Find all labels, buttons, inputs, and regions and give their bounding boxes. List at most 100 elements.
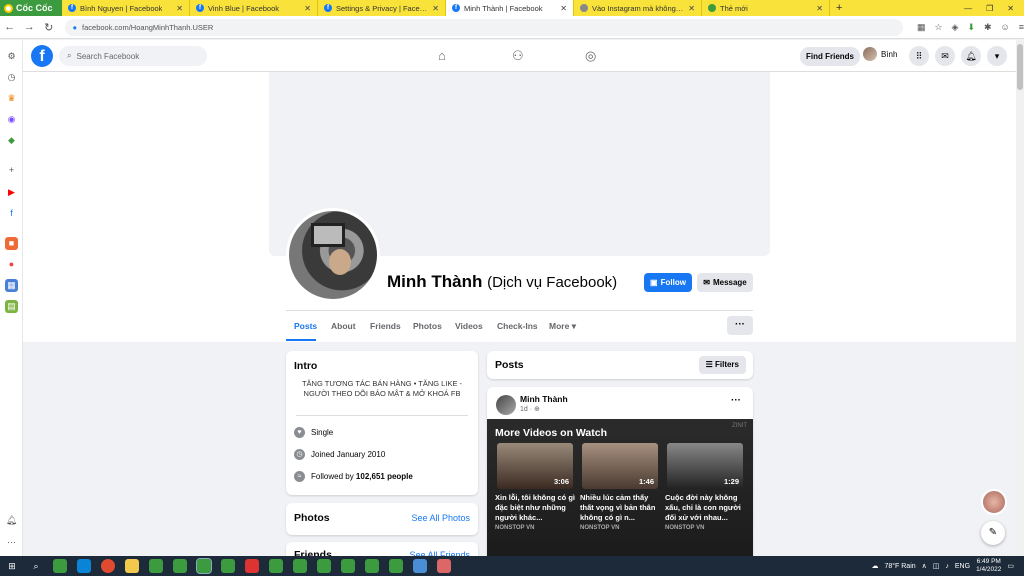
reload-icon[interactable]: ↻ [39, 21, 59, 34]
coccoc-icon[interactable] [317, 559, 331, 573]
post-author[interactable]: Minh Thành [520, 394, 568, 404]
new-tab-button[interactable]: + [830, 2, 848, 14]
download-icon[interactable]: ⬇ [967, 22, 975, 33]
volume-icon[interactable]: ♪ [945, 563, 949, 570]
filters-button[interactable]: ☰ Filters [698, 356, 746, 374]
post-time[interactable]: 1d · ⊕ [520, 405, 540, 413]
profile-icon[interactable]: ☺ [1001, 22, 1010, 33]
coccoc-icon[interactable] [365, 559, 379, 573]
coccoc-icon[interactable] [269, 559, 283, 573]
video-title[interactable]: Xin lỗi, tôi không có gì đặc biệt như nh… [495, 493, 577, 523]
tab-about[interactable]: About [331, 321, 356, 331]
follow-button[interactable]: ▣ Follow [644, 273, 692, 292]
windows-start-icon[interactable]: ⊞ [5, 559, 19, 573]
friends-icon[interactable]: ⚇ [512, 48, 524, 64]
game-icon[interactable]: ◆ [5, 134, 18, 147]
video-thumbnail[interactable]: 1:46 [582, 443, 658, 489]
coccoc-logo[interactable]: Cốc Cốc [0, 0, 62, 16]
coccoc-icon[interactable] [173, 559, 187, 573]
post-options-button[interactable]: ··· [731, 395, 741, 406]
bookmark-star-icon[interactable]: ☆ [934, 22, 942, 33]
more-options-button[interactable]: ··· [727, 316, 753, 335]
app-icon[interactable]: ▤ [5, 300, 18, 313]
coccoc-icon[interactable] [196, 558, 212, 574]
post-author-avatar[interactable] [496, 395, 516, 415]
video-title[interactable]: Nhiều lúc cảm thấy thất vọng vì bản thân… [580, 493, 662, 523]
profile-picture[interactable] [286, 208, 380, 302]
tab-friends[interactable]: Friends [370, 321, 401, 331]
tab-check-ins[interactable]: Check-Ins [497, 321, 538, 331]
youtube-icon[interactable]: ▶ [5, 186, 18, 199]
video-title[interactable]: Cuộc đời này không xấu, chỉ là con người… [665, 493, 747, 523]
file-explorer-icon[interactable] [125, 559, 139, 573]
messenger-icon[interactable]: ✉ [935, 46, 955, 66]
video-source[interactable]: NONSTOP VN [495, 525, 534, 531]
coccoc-icon[interactable] [389, 559, 403, 573]
browser-tab[interactable]: f Bình Nguyen | Facebook ✕ [62, 0, 190, 16]
network-icon[interactable]: ◫ [933, 562, 940, 570]
add-icon[interactable]: + [5, 164, 18, 177]
tab-more[interactable]: More ▾ [549, 321, 576, 332]
history-icon[interactable]: ◷ [5, 71, 18, 84]
coccoc-icon[interactable] [341, 559, 355, 573]
see-all-photos-link[interactable]: See All Photos [411, 513, 470, 523]
url-field[interactable]: ● facebook.com/HoangMinhThanh.USER [64, 18, 903, 36]
browser-tab[interactable]: Thẻ mới ✕ [702, 0, 830, 16]
video-thumbnail[interactable]: 3:06 [497, 443, 573, 489]
browser-tab[interactable]: Vào Instagram mà không cần...✕ [574, 0, 702, 16]
shield-icon[interactable]: ◈ [952, 22, 959, 33]
app-icon[interactable] [245, 559, 259, 573]
home-icon[interactable]: ⌂ [438, 48, 446, 63]
app-icon[interactable]: ■ [5, 237, 18, 250]
close-tab-icon[interactable]: ✕ [560, 4, 567, 13]
groups-icon[interactable]: ◎ [585, 48, 596, 64]
close-tab-icon[interactable]: ✕ [304, 4, 311, 13]
video-thumbnail[interactable]: 1:29 [667, 443, 743, 489]
new-message-icon[interactable]: ✎ [981, 521, 1005, 545]
coccoc-icon[interactable] [221, 559, 235, 573]
video-source[interactable]: NONSTOP VN [580, 525, 619, 531]
account-dropdown-icon[interactable]: ▾ [987, 46, 1007, 66]
close-tab-icon[interactable]: ✕ [688, 4, 695, 13]
page-scrollbar[interactable] [1016, 40, 1024, 556]
chrome-icon[interactable] [101, 559, 115, 573]
facebook-icon[interactable]: f [5, 207, 18, 220]
message-button[interactable]: ✉ Message [697, 273, 753, 292]
clock[interactable]: 6:49 PM 1/4/2022 [976, 558, 1001, 574]
profile-shortcut[interactable]: Bình [863, 47, 897, 61]
tab-videos[interactable]: Videos [455, 321, 483, 331]
notifications-icon[interactable]: 🔔︎ [961, 46, 981, 66]
coccoc-icon[interactable] [149, 559, 163, 573]
browser-tab-active[interactable]: f Minh Thành | Facebook ✕ [446, 0, 574, 16]
menu-icon[interactable]: ≡ [1019, 22, 1024, 33]
close-tab-icon[interactable]: ✕ [816, 4, 823, 13]
forward-icon[interactable]: → [20, 21, 40, 33]
notification-bell-icon[interactable]: 🔔︎ [5, 514, 18, 527]
notifications-icon[interactable]: ▭ [1007, 562, 1014, 570]
close-tab-icon[interactable]: ✕ [432, 4, 439, 13]
close-tab-icon[interactable]: ✕ [176, 4, 183, 13]
back-icon[interactable]: ← [0, 21, 20, 33]
tab-photos[interactable]: Photos [413, 321, 442, 331]
facebook-logo[interactable]: f [31, 45, 53, 67]
find-friends-button[interactable]: Find Friends [800, 47, 860, 66]
extensions-icon[interactable]: ✱ [984, 22, 992, 33]
weather-icon[interactable]: ☁ [871, 562, 878, 570]
crown-icon[interactable]: ♛ [5, 92, 18, 105]
settings-icon[interactable]: ⚙ [5, 50, 18, 63]
coccoc-icon[interactable] [293, 559, 307, 573]
coccoc-icon[interactable] [53, 559, 67, 573]
close-window-icon[interactable]: ✕ [1007, 4, 1014, 13]
more-icon[interactable]: ··· [5, 536, 18, 549]
video-source[interactable]: NONSTOP VN [665, 525, 704, 531]
app-icon[interactable]: ● [5, 258, 18, 271]
search-icon[interactable]: ⌕ [29, 559, 43, 573]
browser-tab[interactable]: f Settings & Privacy | Facebook ✕ [318, 0, 446, 16]
app-icon[interactable] [413, 559, 427, 573]
edge-icon[interactable] [77, 559, 91, 573]
qr-icon[interactable]: ▦ [917, 22, 926, 33]
chat-head-avatar[interactable] [981, 489, 1007, 515]
tab-posts[interactable]: Posts [294, 321, 317, 331]
app-icon[interactable] [437, 559, 451, 573]
tray-arrow-icon[interactable]: ∧ [922, 562, 927, 570]
